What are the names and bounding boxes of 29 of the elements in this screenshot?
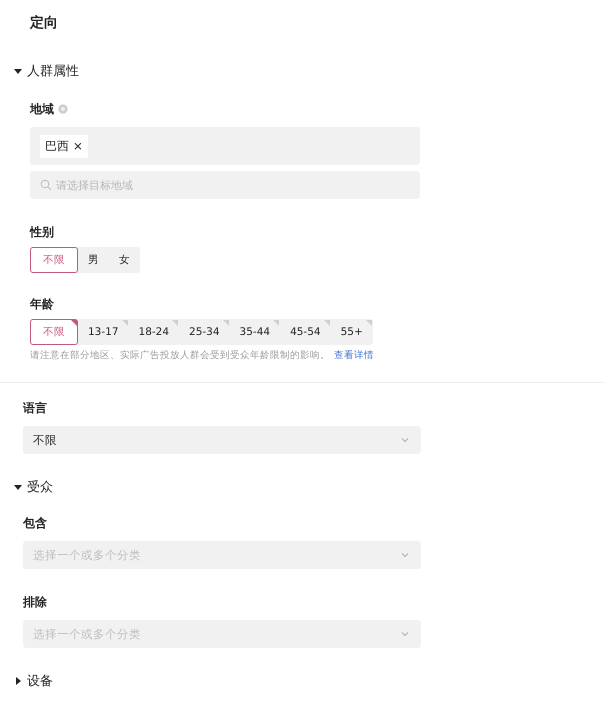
gender-option[interactable]: 男 bbox=[78, 247, 109, 273]
age-note: 请注意在部分地区、实际广告投放人群会受到受众年龄限制的影响。 查看详情 bbox=[30, 349, 375, 362]
field-label: 语言 bbox=[23, 400, 47, 416]
search-icon bbox=[40, 179, 52, 191]
field-label: 年龄 bbox=[30, 296, 54, 312]
gender-option[interactable]: 女 bbox=[109, 247, 140, 273]
location-tag[interactable]: 巴西 × bbox=[40, 134, 88, 158]
age-option[interactable]: 18-24 bbox=[128, 319, 180, 345]
field-label: 包含 bbox=[23, 514, 47, 532]
caret-right-icon[interactable] bbox=[14, 677, 22, 685]
field-label: 地域 bbox=[30, 100, 54, 118]
help-icon bbox=[58, 104, 68, 114]
field-label: 排除 bbox=[23, 594, 47, 610]
age-option[interactable]: 不限 bbox=[30, 319, 78, 345]
age-option[interactable]: 55+ bbox=[330, 319, 373, 345]
caret-down-icon[interactable] bbox=[14, 483, 22, 491]
page-title: 定向 bbox=[28, 14, 59, 33]
section-title[interactable]: 受众 bbox=[27, 478, 53, 496]
section-title[interactable]: 人群属性 bbox=[27, 62, 79, 80]
age-option[interactable]: 35-44 bbox=[230, 319, 280, 345]
language-select[interactable]: 不限 bbox=[23, 426, 421, 454]
age-option[interactable]: 45-54 bbox=[280, 319, 331, 345]
caret-down-icon[interactable] bbox=[14, 67, 22, 75]
age-option[interactable]: 25-34 bbox=[179, 319, 230, 345]
section-title[interactable]: 设备 bbox=[27, 672, 53, 690]
field-label: 性别 bbox=[30, 224, 54, 240]
details-link[interactable]: 查看详情 bbox=[334, 350, 374, 361]
age-option[interactable]: 13-17 bbox=[78, 319, 129, 345]
gender-option[interactable]: 不限 bbox=[30, 247, 78, 273]
